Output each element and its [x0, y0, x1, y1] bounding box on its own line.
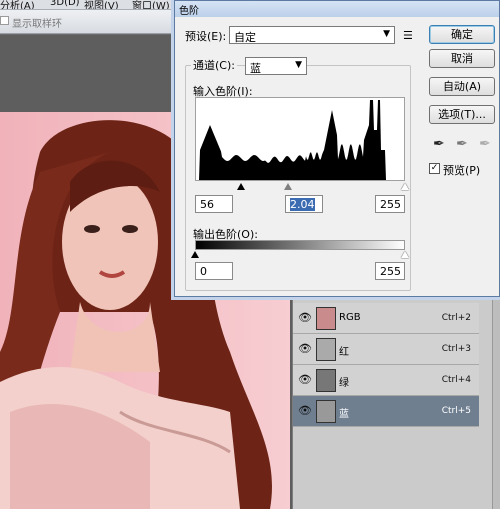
eye-icon[interactable]: 👁: [298, 405, 312, 417]
channel-value: 蓝: [250, 62, 261, 75]
output-black-field[interactable]: 0: [195, 262, 233, 280]
input-black-value: 56: [200, 198, 214, 211]
channel-row-green[interactable]: 👁 绿 Ctrl+4: [293, 365, 479, 396]
auto-button[interactable]: 自动(A): [429, 77, 495, 96]
cancel-button[interactable]: 取消: [429, 49, 495, 68]
preset-options-icon[interactable]: ☰: [403, 29, 413, 42]
output-white-value: 255: [380, 265, 401, 278]
histogram-graph: [196, 100, 404, 180]
options-button[interactable]: 选项(T)...: [429, 105, 495, 124]
preset-value: 自定: [234, 31, 256, 44]
channels-panel: 👁 RGB Ctrl+2 👁 红 Ctrl+3 👁 绿 Ctrl+4 👁 蓝 C…: [292, 295, 500, 509]
gray-eyedropper-icon[interactable]: ✒: [456, 136, 468, 152]
channel-row-rgb[interactable]: 👁 RGB Ctrl+2: [293, 303, 479, 334]
chevron-down-icon: ▼: [295, 60, 302, 70]
menu-3d[interactable]: 3D(D): [50, 0, 80, 8]
input-white-value: 255: [380, 198, 401, 211]
preset-label: 预设(E):: [185, 30, 227, 43]
channel-name: 绿: [339, 378, 349, 389]
channel-thumbnail: [316, 307, 336, 330]
histogram: [195, 97, 405, 181]
output-black-value: 0: [200, 265, 207, 278]
panel-scrollbar[interactable]: [492, 295, 500, 509]
input-white-handle[interactable]: [401, 183, 409, 190]
input-white-field[interactable]: 255: [375, 195, 405, 213]
preview-checkbox[interactable]: ✓: [429, 163, 440, 174]
eye-icon[interactable]: 👁: [298, 374, 312, 386]
menu-analysis[interactable]: 分析(A): [0, 0, 35, 9]
input-gamma-handle[interactable]: [284, 183, 293, 190]
channel-shortcut: Ctrl+2: [441, 313, 471, 323]
eye-icon[interactable]: 👁: [298, 312, 312, 324]
channel-name: 红: [339, 347, 349, 358]
black-eyedropper-icon[interactable]: ✒: [433, 136, 445, 152]
output-white-field[interactable]: 255: [375, 262, 405, 280]
show-ring-label: 显示取样环: [12, 19, 62, 30]
channel-shortcut: Ctrl+4: [441, 375, 471, 385]
input-gamma-value: 2.04: [290, 198, 315, 211]
input-black-handle[interactable]: [237, 183, 246, 190]
output-slider[interactable]: [191, 251, 409, 259]
input-slider[interactable]: [195, 183, 409, 191]
output-black-handle[interactable]: [191, 251, 199, 258]
channel-label: 通道(C):: [191, 57, 237, 73]
channel-select[interactable]: 蓝 ▼: [245, 57, 307, 75]
channel-row-red[interactable]: 👁 红 Ctrl+3: [293, 334, 479, 365]
dialog-titlebar[interactable]: 色阶: [175, 1, 499, 17]
chevron-down-icon: ▼: [383, 29, 390, 39]
preview-label: 预览(P): [443, 164, 481, 177]
menu-window[interactable]: 窗口(W): [132, 0, 170, 9]
channel-thumbnail: [316, 400, 336, 423]
levels-dialog: 色阶 预设(E): 自定 ▼ ☰ 通道(C): 蓝 ▼ 输入色阶(I): 56 …: [174, 0, 500, 297]
dialog-title: 色阶: [179, 6, 199, 17]
eye-icon[interactable]: 👁: [298, 343, 312, 355]
show-ring-checkbox[interactable]: [0, 16, 9, 25]
preset-select[interactable]: 自定 ▼: [229, 26, 395, 44]
channel-thumbnail: [316, 369, 336, 392]
channel-shortcut: Ctrl+5: [441, 406, 471, 416]
ok-button[interactable]: 确定: [429, 25, 495, 44]
menu-view[interactable]: 视图(V): [84, 0, 119, 9]
channel-row-blue[interactable]: 👁 蓝 Ctrl+5: [293, 396, 479, 427]
channel-thumbnail: [316, 338, 336, 361]
input-black-field[interactable]: 56: [195, 195, 233, 213]
output-white-handle[interactable]: [401, 251, 409, 258]
channel-shortcut: Ctrl+3: [441, 344, 471, 354]
channel-name: 蓝: [339, 409, 349, 420]
input-gamma-field[interactable]: 2.04: [285, 195, 323, 213]
output-gradient: [195, 240, 405, 250]
channel-name: RGB: [339, 312, 361, 323]
white-eyedropper-icon[interactable]: ✒: [479, 136, 491, 152]
